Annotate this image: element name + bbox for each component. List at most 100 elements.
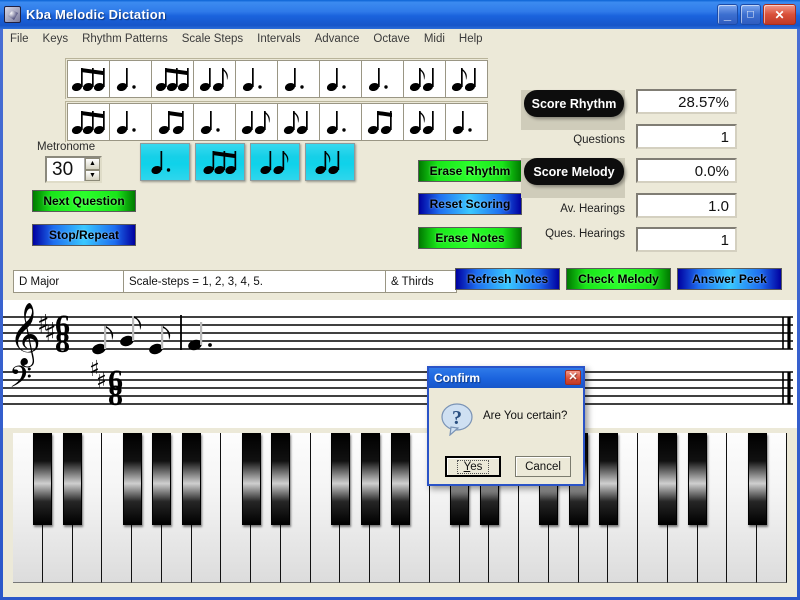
palette-button-eighth-quarter[interactable] [305,143,355,181]
rhythm-cell-1-1[interactable] [109,103,152,141]
intervals-field[interactable]: & Thirds [386,271,456,292]
svg-text:8: 8 [55,326,70,359]
dialog-yes-button[interactable]: Yes [445,456,501,477]
grand-staff: 𝄞 𝄢 ♯ ♯ ♯ ♯ 68 68 [3,302,793,412]
piano-black-key[interactable] [182,433,202,525]
maximize-button[interactable]: □ [740,4,761,25]
confirm-dialog: Confirm ✕ ? Are You certain? Yes Cancel [427,366,585,486]
question-bubble-icon: ? [441,403,473,436]
rhythm-cell-0-4[interactable] [235,60,278,98]
erase-rhythm-button[interactable]: Erase Rhythm [418,160,522,182]
close-icon: ✕ [774,7,785,22]
score-rhythm-field[interactable]: 28.57% [636,89,737,114]
menu-item-octave[interactable]: Octave [366,31,416,47]
rhythm-cell-0-0[interactable] [67,60,110,98]
score-melody-field[interactable]: 0.0% [636,158,737,183]
piano-black-key[interactable] [33,433,53,525]
rhythm-cell-1-5[interactable] [277,103,320,141]
dialog-close-icon[interactable]: ✕ [565,370,581,385]
svg-text:?: ? [452,407,462,429]
rhythm-cell-1-4[interactable] [235,103,278,141]
metronome-down-icon[interactable]: ▼ [85,169,100,181]
sharp-icon: ♯ [96,369,107,394]
menu-item-keys[interactable]: Keys [36,31,76,47]
menu-item-midi[interactable]: Midi [417,31,452,47]
piano-black-key[interactable] [122,433,142,525]
ques-hearings-field[interactable]: 1 [636,227,737,252]
rhythm-cell-0-3[interactable] [193,60,236,98]
rhythm-cell-1-0[interactable] [67,103,110,141]
metronome-stepper[interactable]: 30 ▲ ▼ [45,156,102,183]
piano-black-key[interactable] [152,433,172,525]
key-field[interactable]: D Major [14,271,124,292]
piano-black-key[interactable] [330,433,350,525]
menu-item-intervals[interactable]: Intervals [250,31,307,47]
rhythm-cell-0-6[interactable] [319,60,362,98]
check-melody-button[interactable]: Check Melody [566,268,671,290]
menu-item-file[interactable]: File [3,31,36,47]
next-question-button[interactable]: Next Question [32,190,136,212]
piano-black-key[interactable] [241,433,261,525]
metronome-label: Metronome [37,141,96,153]
refresh-notes-button[interactable]: Refresh Notes [455,268,560,290]
client-area: Metronome 30 ▲ ▼ Next Question Stop/Repe… [3,48,797,597]
piano-black-key[interactable] [63,433,83,525]
scale-steps-field[interactable]: Scale-steps = 1, 2, 3, 4, 5. [124,271,386,292]
score-melody-button[interactable]: Score Melody [524,158,624,185]
score-rhythm-button[interactable]: Score Rhythm [524,90,624,117]
questions-label: Questions [573,134,625,146]
piano-black-key[interactable] [271,433,291,525]
answer-peek-button[interactable]: Answer Peek [677,268,782,290]
dialog-cancel-button[interactable]: Cancel [515,456,571,477]
palette-button-three-eighths[interactable] [195,143,245,181]
rhythm-cell-1-7[interactable] [361,103,404,141]
menu-item-rhythm-patterns[interactable]: Rhythm Patterns [75,31,175,47]
close-button[interactable]: ✕ [763,4,796,25]
dialog-message: Are You certain? [483,410,568,422]
rhythm-cell-0-9[interactable] [445,60,488,98]
menu-item-scale-steps[interactable]: Scale Steps [175,31,250,47]
melody-notes [92,315,212,355]
piano-black-key[interactable] [390,433,410,525]
rhythm-cell-1-2[interactable] [151,103,194,141]
rhythm-cell-0-2[interactable] [151,60,194,98]
menu-item-advance[interactable]: Advance [308,31,367,47]
rhythm-cell-0-7[interactable] [361,60,404,98]
rhythm-cell-1-6[interactable] [319,103,362,141]
metronome-arrows: ▲ ▼ [84,158,100,181]
piano-black-key[interactable] [747,433,767,525]
metronome-up-icon[interactable]: ▲ [85,158,100,170]
piano-black-key[interactable] [360,433,380,525]
piano-black-key[interactable] [688,433,708,525]
questions-field[interactable]: 1 [636,124,737,149]
piano-black-key[interactable] [598,433,618,525]
rhythm-cell-1-3[interactable] [193,103,236,141]
satellite-dish-icon [4,6,21,23]
dialog-title: Confirm [434,371,480,385]
dialog-body: ? Are You certain? [429,388,583,454]
piano-black-key[interactable] [658,433,678,525]
svg-text:8: 8 [108,379,123,412]
palette-button-dotted-quarter[interactable] [140,143,190,181]
rhythm-cell-0-5[interactable] [277,60,320,98]
title-bar: Kba Melodic Dictation _ □ ✕ [0,0,800,29]
av-hearings-label: Av. Hearings [560,203,625,215]
palette-button-quarter-eighth[interactable] [250,143,300,181]
metronome-value: 30 [52,158,74,180]
dialog-title-bar: Confirm ✕ [429,368,583,388]
minimize-button[interactable]: _ [717,4,738,25]
menu-item-help[interactable]: Help [452,31,490,47]
rhythm-cell-0-1[interactable] [109,60,152,98]
rhythm-row [65,101,488,142]
bass-clef-icon: 𝄢 [9,361,32,402]
stop-repeat-button[interactable]: Stop/Repeat [32,224,136,246]
rhythm-cell-0-8[interactable] [403,60,446,98]
rhythm-cell-1-8[interactable] [403,103,446,141]
av-hearings-field[interactable]: 1.0 [636,193,737,218]
rhythm-cell-1-9[interactable] [445,103,488,141]
piano-keyboard[interactable] [13,433,787,583]
reset-scoring-button[interactable]: Reset Scoring [418,193,522,215]
music-staff-area[interactable]: 𝄞 𝄢 ♯ ♯ ♯ ♯ 68 68 [3,300,797,428]
maximize-icon: □ [747,8,754,20]
window-controls: _ □ ✕ [717,4,796,25]
